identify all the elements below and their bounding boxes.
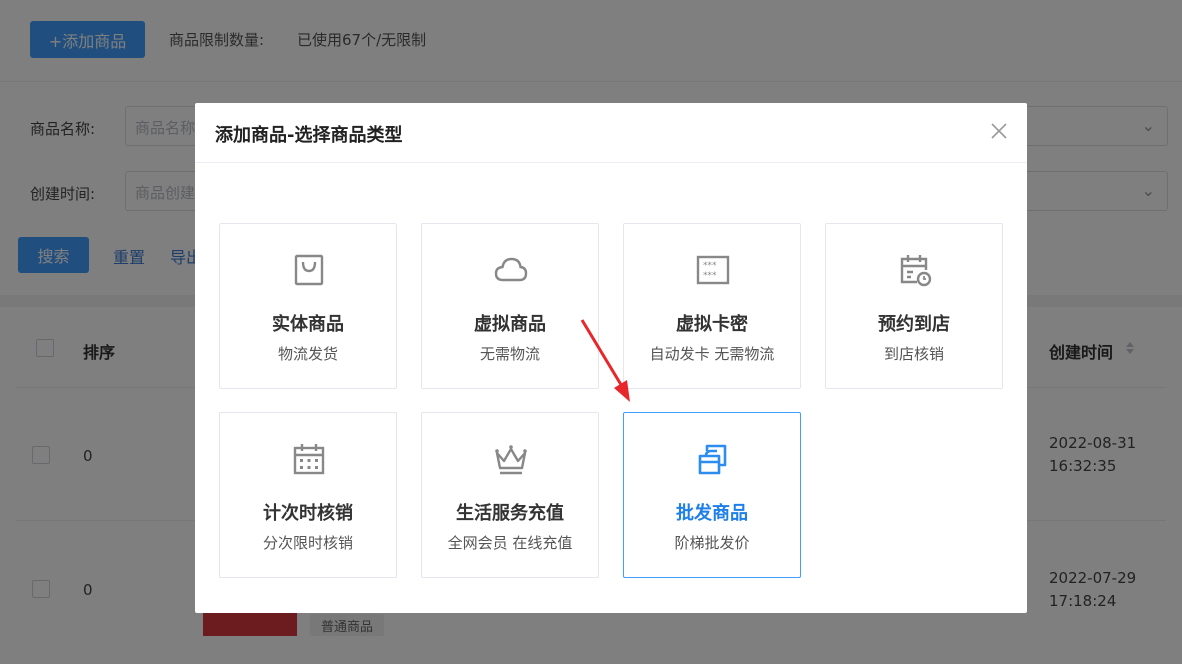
close-icon[interactable] — [989, 121, 1009, 141]
calendar-icon — [293, 444, 325, 475]
card-physical-product[interactable]: 实体商品 物流发货 — [219, 223, 397, 389]
card-title: 预约到店 — [878, 314, 950, 335]
card-title: 实体商品 — [272, 314, 344, 335]
card-title: 生活服务充值 — [456, 503, 564, 524]
calendar-clock-icon — [900, 255, 932, 287]
card-subtitle: 阶梯批发价 — [674, 534, 750, 552]
card-subtitle: 物流发货 — [277, 345, 338, 363]
shopping-bag-icon — [294, 254, 324, 286]
cloud-icon — [494, 257, 528, 282]
card-subtitle: 无需物流 — [479, 345, 540, 363]
card-title: 批发商品 — [676, 503, 748, 524]
card-timed-redemption[interactable]: 计次时核销 分次限时核销 — [219, 412, 397, 578]
card-life-service-recharge[interactable]: 生活服务充值 全网会员 在线充值 — [421, 412, 599, 578]
card-title: 虚拟卡密 — [676, 314, 748, 335]
svg-text:***: *** — [703, 261, 717, 271]
card-subtitle: 到店核销 — [883, 345, 944, 363]
wholesale-box-icon — [698, 444, 727, 475]
card-subtitle: 全网会员 在线充值 — [447, 534, 573, 552]
card-title: 虚拟商品 — [474, 314, 546, 335]
card-title: 计次时核销 — [263, 503, 353, 524]
card-code-icon: *** *** — [696, 255, 730, 285]
card-virtual-product[interactable]: 虚拟商品 无需物流 — [421, 223, 599, 389]
card-subtitle: 分次限时核销 — [262, 534, 353, 552]
dialog-title: 添加商品-选择商品类型 — [215, 125, 403, 146]
card-wholesale-product[interactable]: 批发商品 阶梯批发价 — [623, 412, 801, 578]
dialog-header: 添加商品-选择商品类型 — [195, 103, 1027, 163]
card-virtual-card-code[interactable]: *** *** 虚拟卡密 自动发卡 无需物流 — [623, 223, 801, 389]
card-appointment-in-store[interactable]: 预约到店 到店核销 — [825, 223, 1003, 389]
svg-text:***: *** — [703, 271, 717, 281]
card-subtitle: 自动发卡 无需物流 — [649, 345, 775, 363]
annotation-arrow-icon — [580, 319, 630, 402]
crown-icon — [495, 445, 527, 475]
